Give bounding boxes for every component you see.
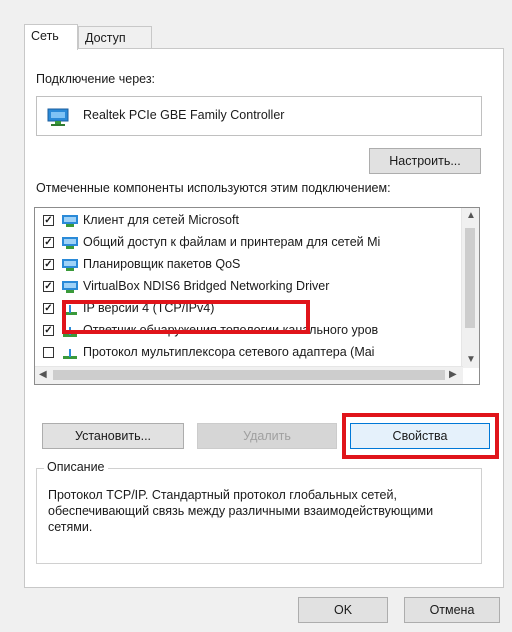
- scroll-right-icon[interactable]: ▶: [449, 369, 457, 380]
- horizontal-scrollbar[interactable]: ◀ ▶: [35, 366, 463, 384]
- list-item[interactable]: ✓ Планировщик пакетов QoS: [35, 255, 465, 277]
- list-item[interactable]: ✓ VirtualBox NDIS6 Bridged Networking Dr…: [35, 277, 465, 299]
- list-item[interactable]: Протокол мультиплексора сетевого адаптер…: [35, 343, 465, 365]
- scroll-down-icon[interactable]: ▼: [466, 354, 476, 365]
- vertical-scrollbar[interactable]: ▲ ▼: [461, 208, 479, 368]
- components-label: Отмеченные компоненты используются этим …: [36, 181, 391, 195]
- install-button[interactable]: Установить...: [42, 423, 184, 449]
- tab-network[interactable]: Сеть: [24, 24, 78, 50]
- ipv4-highlight-frame: [62, 300, 310, 334]
- components-list[interactable]: ✓ Клиент для сетей Microsoft ✓ Общий дос…: [34, 207, 480, 385]
- component-checkbox[interactable]: ✓: [43, 215, 54, 226]
- tab-access-label: Доступ: [85, 31, 126, 45]
- component-checkbox[interactable]: ✓: [43, 281, 54, 292]
- adapter-box: Realtek PCIe GBE Family Controller: [36, 96, 482, 136]
- file-sharing-icon: [62, 237, 78, 249]
- component-checkbox[interactable]: ✓: [43, 237, 54, 248]
- component-checkbox[interactable]: ✓: [43, 303, 54, 314]
- component-label: Планировщик пакетов QoS: [83, 257, 241, 271]
- tab-access[interactable]: Доступ: [78, 26, 152, 50]
- scroll-left-icon[interactable]: ◀: [39, 369, 47, 380]
- tab-network-label: Сеть: [31, 29, 59, 43]
- component-checkbox[interactable]: ✓: [43, 259, 54, 270]
- connect-via-label: Подключение через:: [36, 72, 156, 86]
- network-adapter-icon: [47, 108, 69, 126]
- component-checkbox[interactable]: ✓: [43, 325, 54, 336]
- component-checkbox[interactable]: [43, 347, 54, 358]
- vertical-scroll-thumb[interactable]: [465, 228, 475, 328]
- qos-icon: [62, 259, 78, 271]
- network-client-icon: [62, 215, 78, 227]
- ok-button[interactable]: OK: [298, 597, 388, 623]
- list-item[interactable]: ✓ Общий доступ к файлам и принтерам для …: [35, 233, 465, 255]
- component-label: Общий доступ к файлам и принтерам для се…: [83, 235, 381, 249]
- component-label: VirtualBox NDIS6 Bridged Networking Driv…: [83, 279, 330, 293]
- description-title: Описание: [44, 460, 108, 474]
- protocol-icon: [63, 349, 77, 359]
- properties-highlight-frame: [342, 413, 499, 459]
- driver-icon: [62, 281, 78, 293]
- description-text: Протокол TCP/IP. Стандартный протокол гл…: [48, 488, 434, 534]
- adapter-name: Realtek PCIe GBE Family Controller: [83, 108, 285, 122]
- remove-button[interactable]: Удалить: [197, 423, 337, 449]
- component-label: Протокол мультиплексора сетевого адаптер…: [83, 345, 375, 359]
- configure-button[interactable]: Настроить...: [369, 148, 481, 174]
- horizontal-scroll-thumb[interactable]: [53, 370, 445, 380]
- component-label: Клиент для сетей Microsoft: [83, 213, 239, 227]
- scroll-up-icon[interactable]: ▲: [466, 210, 476, 221]
- list-item[interactable]: ✓ Клиент для сетей Microsoft: [35, 211, 465, 233]
- cancel-button[interactable]: Отмена: [404, 597, 500, 623]
